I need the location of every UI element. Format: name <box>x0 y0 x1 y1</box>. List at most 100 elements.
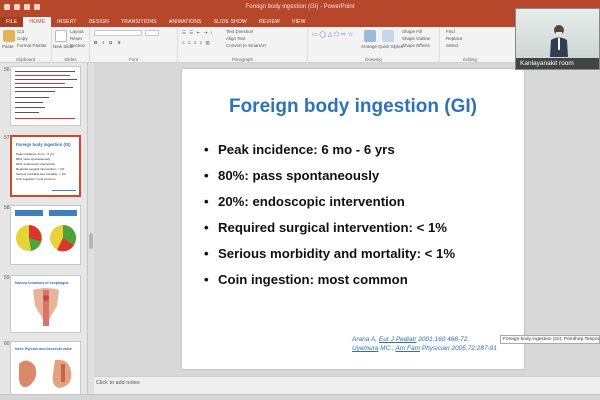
drawing-group: ▭ ◯ △ ⬡ ⇨ ☆ Arrange Quick Styles Shape F… <box>308 27 440 63</box>
thumbnail-slide-59[interactable]: Narrow locations of esophagus <box>10 275 81 333</box>
bullet-text: Peak incidence: 6 mo - 6 yrs <box>218 142 395 157</box>
ribbon: Paste Cut Copy Format Painter Clipboard … <box>0 27 600 63</box>
tab-insert[interactable]: INSERT <box>51 17 82 27</box>
section-button[interactable]: Section <box>70 43 85 48</box>
notes-placeholder: Click to add notes <box>96 380 140 386</box>
convert-smartart-button[interactable]: Convert to SmartArt <box>226 43 266 48</box>
text-direction-button[interactable]: Text Direction <box>226 29 253 34</box>
shape-fill-button[interactable]: Shape Fill <box>402 29 422 34</box>
thumb-57-title: Foreign body ingestion (GI) <box>16 142 71 147</box>
slide-number-60: 60 <box>4 341 10 347</box>
layout-button[interactable]: Layout <box>70 29 84 34</box>
font-name-field[interactable] <box>94 30 142 36</box>
reference-2: Uyemura MC., Am Fam Physician 2005;72:28… <box>352 344 497 353</box>
bullet-item: • Coin ingestion: most common <box>204 270 524 296</box>
find-button[interactable]: Find <box>446 29 455 34</box>
reset-button[interactable]: Reset <box>70 36 82 41</box>
bullet-icon: • <box>204 194 209 209</box>
ref-detail: 2001;160:468-72. <box>416 336 470 343</box>
replace-button[interactable]: Replace <box>446 36 463 41</box>
tab-view[interactable]: VIEW <box>286 17 312 27</box>
ref-detail: MC., <box>378 345 396 352</box>
slide-thumbnails-panel[interactable]: 56 57 Foreign body ingestion (GI) Peak i… <box>0 63 88 394</box>
thumbnail-slide-56[interactable] <box>10 66 81 126</box>
pie-charts-image <box>15 210 77 252</box>
tab-transitions[interactable]: TRANSITIONS <box>115 17 163 27</box>
thumbnail-slide-58[interactable] <box>10 205 81 265</box>
align-text-button[interactable]: Align Text <box>226 36 245 41</box>
paste-button[interactable]: Paste <box>2 44 14 49</box>
participant-name: Kanlayanakit room <box>516 58 599 69</box>
hover-tooltip: Foreign body ingestion (GI): Pornthep Ta… <box>500 335 600 344</box>
bullet-icon: • <box>204 142 209 157</box>
tab-home[interactable]: HOME <box>23 17 52 27</box>
quick-styles-icon[interactable] <box>382 30 394 42</box>
paragraph-group: ☰ ☰ ⇤ ⇥ ↕ ≡ ≡ ≡ ≡ ▥ Text Direction Align… <box>178 27 308 63</box>
ref-journal: Eur J Pediatr <box>378 336 417 343</box>
ribbon-tabs: FILE HOME INSERT DESIGN TRANSITIONS ANIM… <box>0 16 600 27</box>
participant-video-image <box>550 25 568 57</box>
tab-review[interactable]: REVIEW <box>253 17 286 27</box>
shape-effects-button[interactable]: Shape Effects <box>402 43 430 48</box>
ref-detail: Physician 2005;72:287-91 <box>420 345 498 352</box>
tab-file[interactable]: FILE <box>0 17 24 27</box>
align-buttons[interactable]: ≡ ≡ ≡ ≡ ▥ <box>182 40 211 46</box>
shape-outline-button[interactable]: Shape Outline <box>402 36 431 41</box>
font-size-field[interactable] <box>145 30 159 36</box>
slide-number-58: 58 <box>4 205 10 211</box>
font-format-buttons[interactable]: B I U S <box>94 40 123 45</box>
ref-authors: Uyemura <box>352 345 379 352</box>
select-button[interactable]: Select <box>446 43 459 48</box>
bullet-item: • 80%: pass spontaneously <box>204 166 524 192</box>
slides-group-label: Slides <box>64 57 77 62</box>
status-bar <box>0 394 600 400</box>
bullet-item: • 20%: endoscopic intervention <box>204 192 524 218</box>
arrange-button[interactable]: Arrange <box>361 44 377 49</box>
shapes-gallery[interactable]: ▭ ◯ △ ⬡ ⇨ ☆ <box>312 31 353 38</box>
thumb-57-bullet: Required surgical intervention: < 1% <box>16 167 65 171</box>
esophagus-image <box>33 288 59 326</box>
tab-slide-show[interactable]: SLIDE SHOW <box>208 17 253 27</box>
paste-icon[interactable] <box>3 30 15 42</box>
ref-authors: Arana A, <box>352 336 379 343</box>
slides-group: New Slide Layout Reset Section Slides <box>52 27 90 63</box>
thumb-57-bullet: 80%: pass spontaneously <box>16 157 51 161</box>
tab-animations[interactable]: ANIMATIONS <box>163 17 208 27</box>
ref-journal: Am Fam <box>395 345 421 352</box>
list-buttons[interactable]: ☰ ☰ ⇤ ⇥ ↕ <box>182 30 214 36</box>
tab-design[interactable]: DESIGN <box>83 17 115 27</box>
clipboard-group-label: Clipboard <box>15 57 36 62</box>
notes-pane[interactable]: Click to add notes <box>94 376 600 394</box>
cut-button[interactable]: Cut <box>17 29 24 34</box>
quick-styles-button[interactable]: Quick Styles <box>378 44 403 49</box>
copy-button[interactable]: Copy <box>17 36 28 41</box>
thumb-57-bullet: Serious morbidity and mortality: < 1% <box>16 172 66 176</box>
bullet-text: Serious morbidity and mortality: < 1% <box>218 246 456 261</box>
new-slide-icon[interactable] <box>55 30 67 42</box>
thumbnail-slide-60[interactable]: Next: Pylorus and ileocecal valve <box>10 341 81 394</box>
slide-title[interactable]: Foreign body ingestion (GI) <box>182 96 524 118</box>
slide-bullet-list[interactable]: • Peak incidence: 6 mo - 6 yrs • 80%: pass… <box>204 140 524 296</box>
slide-number-57: 57 <box>4 135 10 141</box>
drawing-group-label: Drawing <box>365 57 382 62</box>
bullet-text: Required surgical intervention: < 1% <box>218 220 448 235</box>
thumb-57-bullet: 20%: endoscopic intervention <box>16 162 56 166</box>
editing-group: Find Replace Select Editing <box>440 27 500 63</box>
intestine-image <box>19 359 72 388</box>
thumb-57-bullet: Coin ingestion: most common <box>16 177 56 181</box>
bullet-icon: • <box>204 272 209 287</box>
reference-1: Arana A, Eur J Pediatr 2001;160:468-72. <box>352 335 497 344</box>
bullet-item: • Peak incidence: 6 mo - 6 yrs <box>204 140 524 166</box>
thumb-57-bullet: Peak incidence: 6 mo - 6 yrs <box>16 152 54 156</box>
thumbnail-slide-57[interactable]: Foreign body ingestion (GI) Peak inciden… <box>10 135 81 197</box>
scrollbar-thumb[interactable] <box>89 233 93 249</box>
current-slide[interactable]: Foreign body ingestion (GI) • Peak incide… <box>182 69 524 369</box>
slide-number-56: 56 <box>4 67 10 73</box>
bullet-text: 80%: pass spontaneously <box>218 168 380 183</box>
font-group-label: Font <box>128 57 138 62</box>
video-participant-tile[interactable]: Kanlayanakit room <box>515 8 600 70</box>
format-painter-button[interactable]: Format Painter <box>17 43 47 48</box>
arrange-icon[interactable] <box>364 30 376 42</box>
window-title: Foreign body ingestion (GI) - PowerPoint <box>245 4 355 10</box>
slide-references[interactable]: Arana A, Eur J Pediatr 2001;160:468-72. … <box>352 335 497 353</box>
